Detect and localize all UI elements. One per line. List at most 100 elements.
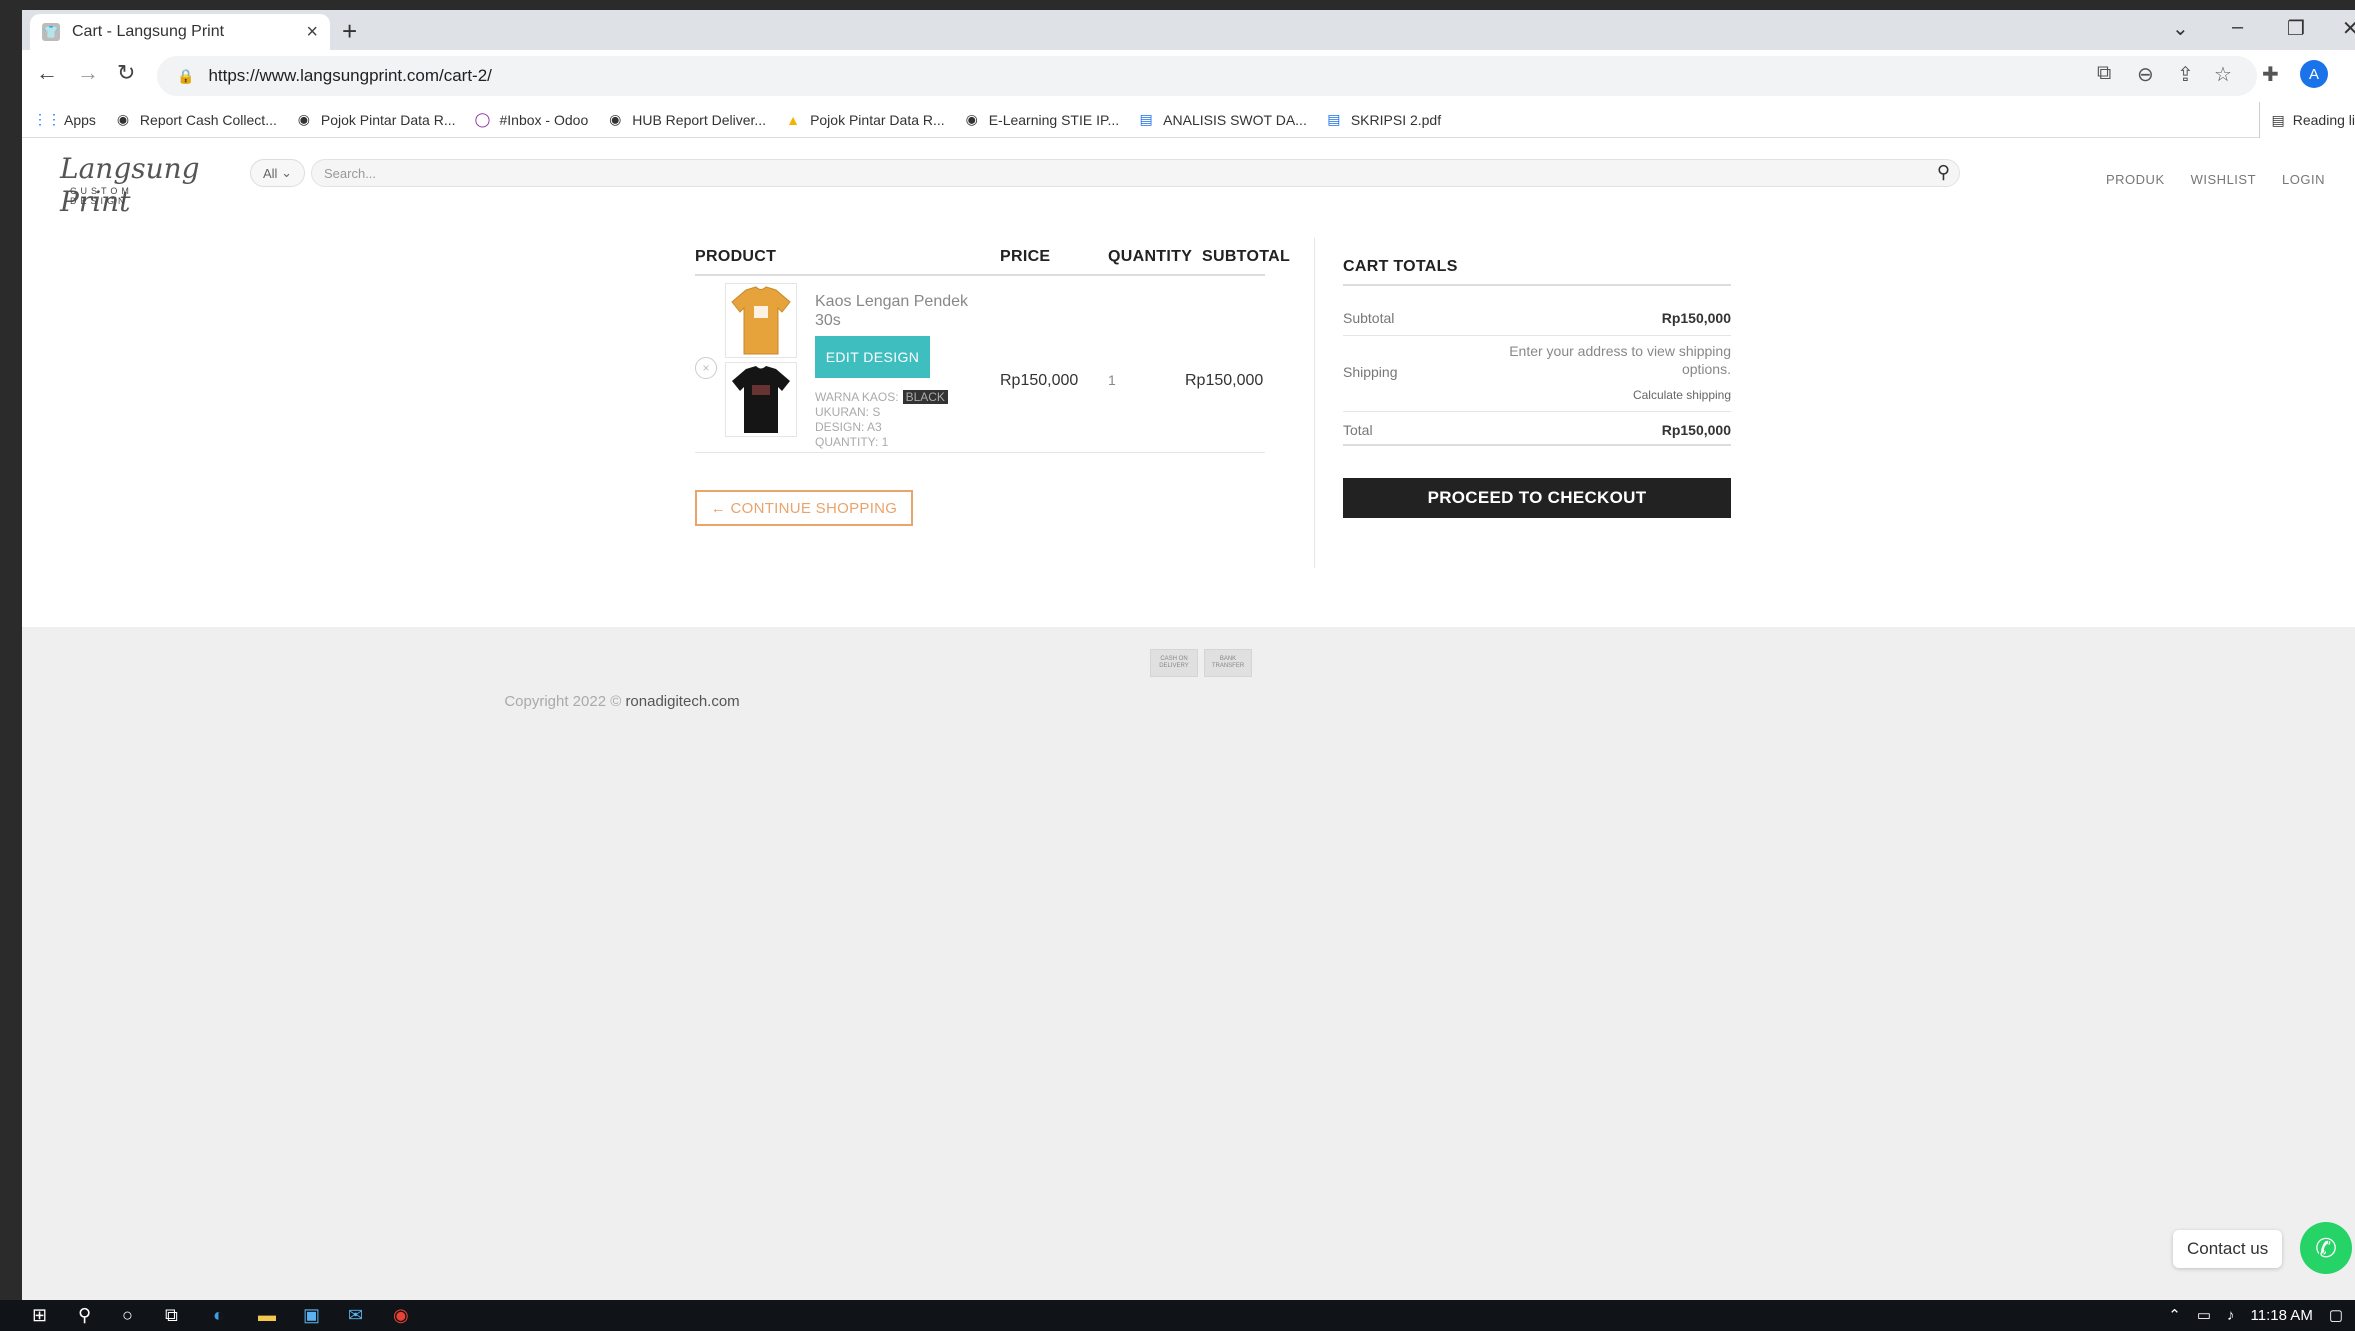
cart-item-row: × Kaos Lengan Pendek 30s EDIT DESIGN WAR… (695, 278, 1265, 453)
proceed-to-checkout-button[interactable]: PROCEED TO CHECKOUT (1343, 478, 1731, 518)
bookmark-item[interactable]: ◉ Pojok Pintar Data R... (295, 111, 456, 129)
url-text: https://www.langsungprint.com/cart-2/ (208, 66, 492, 85)
zoom-icon[interactable]: ⊖ (2137, 62, 2154, 87)
tab-search-icon[interactable]: ⌄ (2172, 16, 2189, 41)
remove-item-icon[interactable]: × (695, 357, 717, 379)
category-value: All (263, 165, 278, 181)
chrome-icon[interactable]: ◉ (393, 1305, 409, 1326)
search-input[interactable]: Search... (311, 159, 1960, 187)
globe-icon: ◉ (965, 111, 978, 127)
shipping-note: Enter your address to view shipping opti… (1509, 343, 1731, 377)
tab-title: Cart - Langsung Print (72, 23, 225, 40)
bookmark-item[interactable]: ◉ HUB Report Deliver... (606, 111, 766, 129)
item-quantity[interactable]: 1 (1108, 372, 1116, 388)
ukuran-meta: UKURAN: S (815, 405, 881, 419)
bookmark-label: ANALISIS SWOT DA... (1163, 111, 1307, 128)
network-icon[interactable]: ▭ (2197, 1306, 2211, 1324)
clock[interactable]: 11:18 AM (2251, 1307, 2313, 1324)
close-window-icon[interactable]: ✕ (2342, 16, 2355, 41)
doc-icon: ▤ (1139, 111, 1153, 127)
site-header: Langsung Print CUSTOM DESIGN All ⌄ Searc… (22, 138, 2355, 226)
volume-icon[interactable]: ♪ (2227, 1307, 2235, 1324)
continue-shopping-button[interactable]: ← CONTINUE SHOPPING (695, 490, 913, 526)
bookmark-item[interactable]: ▲ Pojok Pintar Data R... (784, 111, 945, 129)
bookmark-label: SKRIPSI 2.pdf (1350, 111, 1442, 128)
bookmark-label: Apps (64, 111, 96, 128)
task-view-icon[interactable]: ⧉ (165, 1305, 178, 1326)
minimize-icon[interactable]: – (2232, 16, 2243, 39)
nav-produk[interactable]: PRODUK (2106, 172, 2165, 187)
new-tab-icon[interactable]: + (342, 16, 357, 47)
tshirt-favicon-icon: 👕 (42, 23, 60, 41)
store-icon[interactable]: ▣ (303, 1305, 320, 1326)
cart-table-header: PRODUCT PRICE QUANTITY SUBTOTAL (695, 248, 1290, 276)
windows-start-icon[interactable]: ⊞ (32, 1305, 47, 1326)
bookmark-item[interactable]: ◉ E-Learning STIE IP... (963, 111, 1120, 129)
product-back-image[interactable] (725, 362, 797, 437)
forward-icon[interactable]: → (77, 60, 99, 86)
restore-icon[interactable]: ❐ (2287, 16, 2305, 41)
reading-list[interactable]: ▤ Reading li (2258, 102, 2355, 138)
cart-totals-title: CART TOTALS (1343, 258, 1731, 286)
share-icon[interactable]: ⇪ (2177, 62, 2194, 87)
header-quantity: QUANTITY (1108, 248, 1193, 265)
close-tab-icon[interactable]: × (306, 21, 318, 44)
product-front-image[interactable] (725, 283, 797, 358)
bookmark-star-icon[interactable]: ☆ (2214, 62, 2232, 87)
header-subtotal: SUBTOTAL (1202, 248, 1291, 265)
file-explorer-icon[interactable]: ▬ (258, 1305, 276, 1326)
address-bar[interactable]: 🔒 https://www.langsungprint.com/cart-2/ (157, 56, 2257, 96)
edge-icon[interactable]: ◐ (213, 1305, 224, 1326)
reading-list-icon: ▤ (2271, 111, 2285, 128)
profile-avatar[interactable]: A (2300, 60, 2328, 88)
site-logo[interactable]: Langsung Print CUSTOM DESIGN (60, 152, 200, 218)
totals-total-row: Total Rp150,000 (1343, 412, 1731, 446)
cortana-icon[interactable]: ○ (122, 1305, 133, 1326)
bookmarks-bar: ⋮⋮ Apps ◉ Report Cash Collect... ◉ Pojok Pi… (22, 102, 2355, 138)
back-icon[interactable]: ← (36, 60, 58, 86)
column-divider (1314, 238, 1315, 568)
nav-wishlist[interactable]: WISHLIST (2191, 172, 2256, 187)
bookmark-item[interactable]: ◯ #Inbox - Odoo (474, 111, 589, 129)
notifications-icon[interactable]: ▢ (2329, 1306, 2343, 1324)
tshirt-front-shape (731, 286, 791, 355)
bookmark-item[interactable]: ▤ ANALISIS SWOT DA... (1137, 111, 1307, 129)
copyright-link[interactable]: ronadigitech.com (625, 693, 739, 710)
header-product: PRODUCT (695, 248, 777, 265)
cod-payment-badge: CASH ON DELIVERY (1150, 649, 1198, 677)
reload-icon[interactable]: ↻ (117, 60, 135, 86)
bookmark-apps[interactable]: ⋮⋮ Apps (33, 111, 96, 129)
taskbar-search-icon[interactable]: ⚲ (78, 1305, 91, 1326)
windows-taskbar: ⊞ ⚲ ○ ⧉ ◐ ▬ ▣ ✉ ◉ ⌃ ▭ ♪ 11:18 AM ▢ (0, 1300, 2355, 1331)
design-meta: DESIGN: A3 (815, 420, 882, 434)
nav-login[interactable]: LOGIN (2282, 172, 2325, 187)
warna-value: BLACK (902, 390, 948, 404)
tray-chevron-icon[interactable]: ⌃ (2168, 1306, 2181, 1324)
site-footer: CASH ON DELIVERY BANK TRANSFER Copyright… (22, 627, 2355, 1300)
contact-us-label[interactable]: Contact us (2173, 1230, 2283, 1268)
globe-icon: ◉ (609, 111, 622, 127)
whatsapp-icon[interactable]: ✆ (2300, 1222, 2352, 1274)
subtotal-value: Rp150,000 (1661, 310, 1731, 326)
mail-icon[interactable]: ✉ (348, 1305, 363, 1326)
browser-window: 👕 Cart - Langsung Print × + ⌄ – ❐ ✕ ← → … (22, 10, 2355, 1300)
search-icon[interactable]: ⚲ (1937, 162, 1950, 183)
bookmark-label: HUB Report Deliver... (632, 111, 767, 128)
translate-icon[interactable]: ⧉ (2097, 62, 2111, 85)
totals-subtotal-row: Subtotal Rp150,000 (1343, 286, 1731, 336)
reading-list-label: Reading li (2292, 112, 2355, 128)
bookmark-label: Report Cash Collect... (139, 111, 277, 128)
search-bar: All ⌄ Search... ⚲ (250, 158, 1960, 188)
header-price: PRICE (1000, 248, 1051, 265)
browser-tab[interactable]: 👕 Cart - Langsung Print × (30, 14, 330, 50)
product-name[interactable]: Kaos Lengan Pendek 30s (815, 292, 985, 330)
category-select[interactable]: All ⌄ (250, 159, 305, 187)
edit-design-button[interactable]: EDIT DESIGN (815, 336, 930, 378)
globe-icon: ◉ (297, 111, 310, 127)
calculate-shipping-link[interactable]: Calculate shipping (1633, 388, 1731, 402)
bookmark-item[interactable]: ▤ SKRIPSI 2.pdf (1325, 111, 1441, 129)
drive-icon: ▲ (786, 111, 800, 128)
extensions-icon[interactable]: ✚ (2262, 62, 2279, 87)
product-meta: WARNA KAOS: BLACK UKURAN: S DESIGN: A3 QU… (815, 390, 948, 450)
bookmark-item[interactable]: ◉ Report Cash Collect... (114, 111, 277, 129)
